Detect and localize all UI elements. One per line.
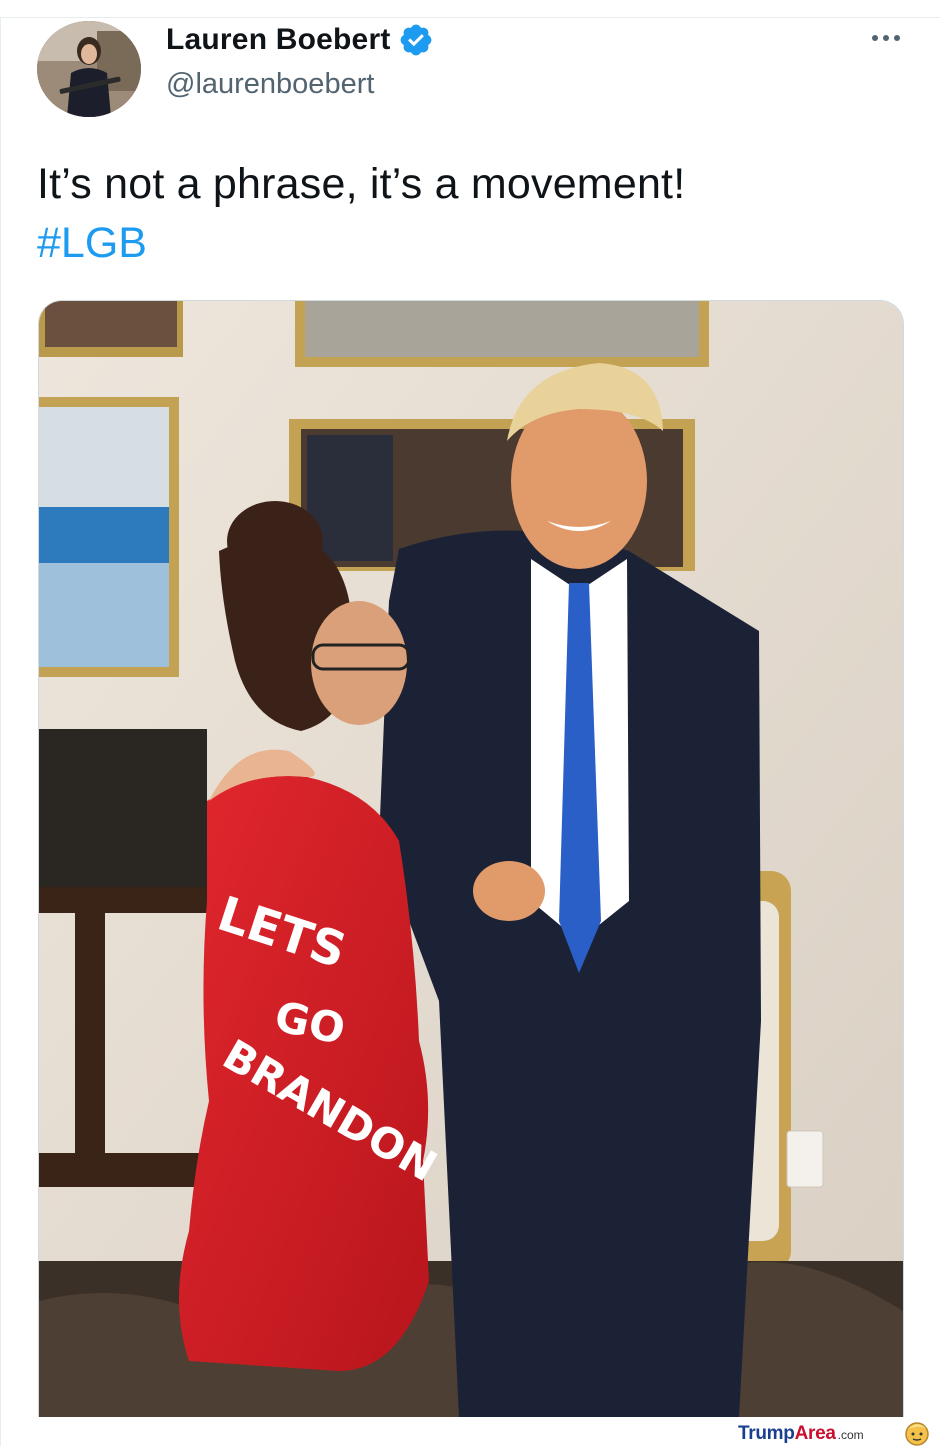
author-handle[interactable]: @laurenboebert [166,68,374,101]
hashtag-link[interactable]: #LGB [37,219,147,268]
site-watermark: Trump Area .com [738,1423,864,1445]
author-name-row[interactable]: Lauren Boebert [166,22,434,58]
ellipsis-icon [894,35,900,41]
watermark-brand-1: Trump [738,1423,795,1444]
ellipsis-icon [872,35,878,41]
verified-badge-icon [400,24,431,56]
tweet-text: It’s not a phrase, it’s a movement! [37,160,686,208]
left-border [0,17,1,1446]
avatar-image [37,21,141,117]
watermark-logo-icon [905,1422,929,1446]
author-display-name[interactable]: Lauren Boebert [166,23,391,57]
photo-illustration: LETS GO BRANDON [39,301,903,1417]
ellipsis-icon [883,35,889,41]
tweet-photo[interactable]: LETS GO BRANDON [38,300,904,1417]
more-options-button[interactable] [866,26,906,50]
author-avatar[interactable] [37,21,141,117]
watermark-suffix: .com [837,1428,864,1442]
header-divider [0,17,940,18]
watermark-brand-2: Area [794,1423,836,1444]
